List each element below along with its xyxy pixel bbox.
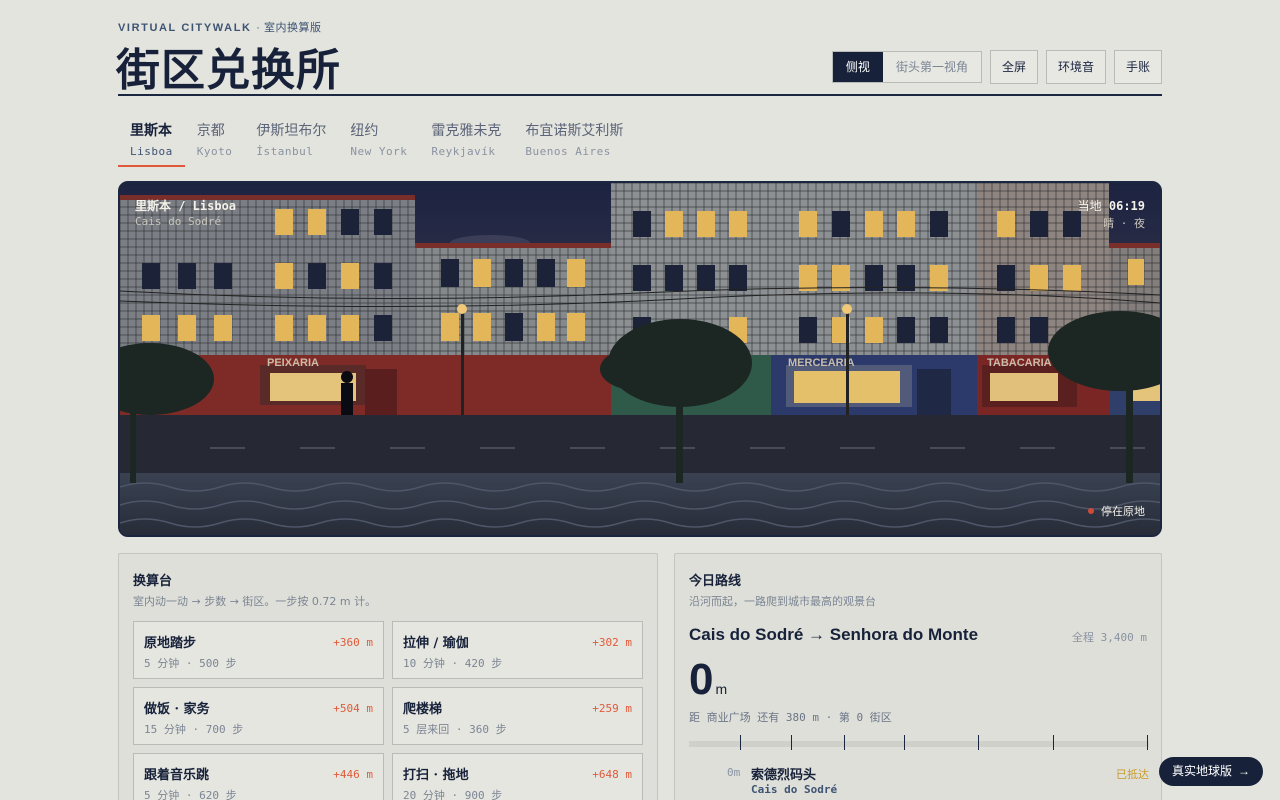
activity-gain: +648 m xyxy=(592,768,632,781)
tab-label-zh: 纽约 xyxy=(350,123,379,139)
activity-name: 拉伸 / 瑜伽 xyxy=(403,636,469,651)
fullscreen-button[interactable]: 全屏 xyxy=(989,50,1038,84)
tab-label-zh: 雷克雅未克 xyxy=(431,123,502,139)
tab-label-en: Kyoto xyxy=(196,145,233,158)
activity-meta: 5 分钟 · 620 步 xyxy=(144,789,237,800)
activity-card[interactable]: 拉伸 / 瑜伽 +302 m 10 分钟 · 420 步 xyxy=(392,621,643,679)
page-title: 街区兑换所 xyxy=(116,45,341,96)
view-option-street[interactable]: 街头第一视角 xyxy=(883,52,981,82)
activity-name: 跟着音乐跳 xyxy=(144,768,210,783)
real-earth-label: 真实地球版 xyxy=(1172,764,1233,778)
activity-meta: 20 分钟 · 900 步 xyxy=(403,789,503,800)
converter-title: 换算台 xyxy=(133,573,173,588)
stop-marker xyxy=(791,735,792,750)
walk-status: 停在原地 xyxy=(1088,503,1145,519)
activity-gain: +259 m xyxy=(592,702,632,715)
activity-meta: 10 分钟 · 420 步 xyxy=(403,657,503,670)
activity-card[interactable]: 做饭 · 家务 +504 m 15 分钟 · 700 步 xyxy=(133,687,384,745)
distance-walked: 0m xyxy=(689,658,727,702)
activity-card[interactable]: 爬楼梯 +259 m 5 层来回 · 360 步 xyxy=(392,687,643,745)
converter-subtitle: 室内动一动 → 步数 → 街区。一步按 0.72 m 计。 xyxy=(133,595,377,608)
activity-card[interactable]: 跟着音乐跳 +446 m 5 分钟 · 620 步 xyxy=(133,753,384,800)
local-time-label: 当地 xyxy=(1077,199,1102,213)
city-tabs: 里斯本 Lisboa 京都 Kyoto 伊斯坦布尔 İstanbul 纽约 Ne… xyxy=(118,120,635,167)
stop-marker xyxy=(1053,735,1054,750)
tab-label-en: Reykjavík xyxy=(431,145,496,158)
activity-card[interactable]: 原地踏步 +360 m 5 分钟 · 500 步 xyxy=(133,621,384,679)
eyebrow-sub: · 室内换算版 xyxy=(256,22,322,34)
stop-distance: 0m xyxy=(727,766,741,779)
tab-label-en: İstanbul xyxy=(256,145,314,158)
street-scene[interactable]: PEIXARIA MERCEARIA TABACARIA 里斯本 / Lisbo… xyxy=(118,181,1162,537)
stop-marker xyxy=(740,735,741,750)
distance-value: 0 xyxy=(689,655,714,704)
activity-gain: +446 m xyxy=(333,768,373,781)
stop-marker xyxy=(1147,735,1148,750)
activity-meta: 5 分钟 · 500 步 xyxy=(144,657,237,670)
tab-lisboa[interactable]: 里斯本 Lisboa xyxy=(118,120,185,167)
tab-label-zh: 布宜诺斯艾利斯 xyxy=(525,123,624,139)
shop-sign-peixaria: PEIXARIA xyxy=(267,357,319,369)
route-total: 全程 3,400 m xyxy=(1072,631,1147,644)
tab-kyoto[interactable]: 京都 Kyoto xyxy=(185,120,245,167)
view-option-side[interactable]: 侧视 xyxy=(832,52,883,82)
activity-name: 做饭 · 家务 xyxy=(144,702,210,717)
tab-label-en: Buenos Aires xyxy=(525,145,611,158)
tab-istanbul[interactable]: 伊斯坦布尔 İstanbul xyxy=(244,120,338,167)
status-dot-icon xyxy=(1088,508,1094,514)
street-illustration: PEIXARIA MERCEARIA TABACARIA xyxy=(120,183,1160,535)
converter-panel: 换算台 室内动一动 → 步数 → 街区。一步按 0.72 m 计。 原地踏步 +… xyxy=(118,553,658,800)
tab-label-en: New York xyxy=(350,145,408,158)
stop-status: 已抵达 xyxy=(1116,769,1149,781)
tab-label-zh: 里斯本 xyxy=(130,123,172,139)
ambient-sound-button[interactable]: 环境音 xyxy=(1045,50,1106,84)
arrow-right-icon: → xyxy=(1238,764,1251,778)
app-eyebrow: VIRTUAL CITYWALK · 室内换算版 xyxy=(118,19,321,35)
eyebrow-label: VIRTUAL CITYWALK xyxy=(118,22,252,34)
journal-button[interactable]: 手账 xyxy=(1113,50,1162,84)
tab-new-york[interactable]: 纽约 New York xyxy=(338,120,419,167)
tab-reykjavik[interactable]: 雷克雅未克 Reykjavík xyxy=(419,120,513,167)
activity-name: 爬楼梯 xyxy=(403,702,443,717)
activity-card[interactable]: 打扫 · 拖地 +648 m 20 分钟 · 900 步 xyxy=(392,753,643,800)
activity-gain: +360 m xyxy=(333,636,373,649)
activity-gain: +302 m xyxy=(592,636,632,649)
scene-spot-label: Cais do Sodré xyxy=(135,215,222,228)
activity-gain: +504 m xyxy=(333,702,373,715)
stop-name-zh: 索德烈码头 xyxy=(751,768,817,783)
toolbar: 侧视 街头第一视角 全屏 环境音 手账 xyxy=(831,50,1162,84)
activity-name: 打扫 · 拖地 xyxy=(403,768,469,783)
activity-meta: 5 层来回 · 360 步 xyxy=(403,723,507,736)
stop-marker xyxy=(844,735,845,750)
route-name: Cais do Sodré → Senhora do Monte xyxy=(689,625,979,644)
route-progress-track xyxy=(689,735,1149,750)
view-switch: 侧视 街头第一视角 xyxy=(831,51,982,83)
scene-city-label: 里斯本 / Lisboa xyxy=(135,199,237,213)
weather-label: 晴 · 夜 xyxy=(1103,217,1145,230)
shop-sign-tabacaria: TABACARIA xyxy=(987,357,1052,369)
tab-buenos-aires[interactable]: 布宜诺斯艾利斯 Buenos Aires xyxy=(513,120,635,167)
activity-name: 原地踏步 xyxy=(144,636,197,651)
real-earth-button[interactable]: 真实地球版 → xyxy=(1159,757,1264,786)
stop-marker xyxy=(904,735,905,750)
walk-status-label: 停在原地 xyxy=(1101,506,1145,518)
stop-name-en: Cais do Sodré xyxy=(751,783,838,796)
local-time-value: 06:19 xyxy=(1108,199,1145,213)
header-divider xyxy=(118,94,1162,96)
stop-marker xyxy=(978,735,979,750)
shop-sign-mercearia: MERCEARIA xyxy=(788,357,855,369)
tab-label-zh: 伊斯坦布尔 xyxy=(256,123,327,139)
activity-meta: 15 分钟 · 700 步 xyxy=(144,723,244,736)
next-stop-progress: 距 商业广场 还有 380 m · 第 0 街区 xyxy=(689,711,892,724)
activity-grid: 原地踏步 +360 m 5 分钟 · 500 步 拉伸 / 瑜伽 +302 m … xyxy=(133,621,643,800)
route-panel-title: 今日路线 xyxy=(689,573,742,588)
route-panel-subtitle: 沿河而起，一路爬到城市最高的观景台 xyxy=(689,595,876,608)
local-time: 当地 06:19 xyxy=(1078,197,1145,214)
distance-unit: m xyxy=(715,681,728,697)
route-panel: 今日路线 沿河而起，一路爬到城市最高的观景台 Cais do Sodré → S… xyxy=(674,553,1162,800)
tab-label-zh: 京都 xyxy=(196,123,225,139)
tab-label-en: Lisboa xyxy=(130,145,173,158)
